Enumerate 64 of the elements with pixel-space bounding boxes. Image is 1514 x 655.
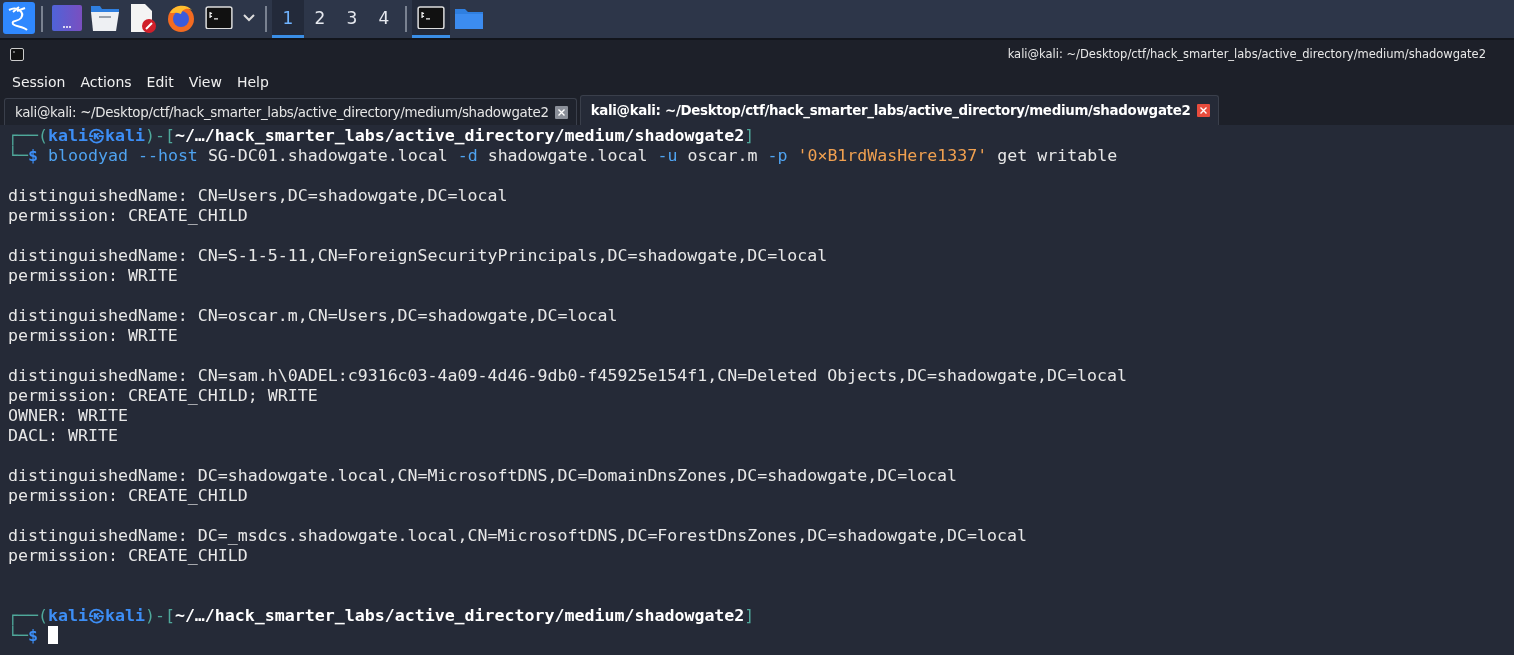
caret-icon[interactable] [243,13,255,22]
command-token: '0×B1rdWasHere1337' [797,146,988,165]
output-line: permission: WRITE [8,326,178,345]
command-token: writable [1037,146,1118,165]
close-icon[interactable] [1196,104,1210,117]
prompt-decoration: ┌──( [8,606,48,625]
output-line: permission: CREATE_CHILD [8,546,248,565]
prompt-host: kali [104,606,145,625]
command-token: --host [137,146,198,165]
prompt-decoration: ] [744,126,755,145]
command-token: -p [767,146,788,165]
command-token: get [997,146,1028,165]
output-line: distinguishedName: DC=_msdcs.shadowgate.local,CN=MicrosoftDNS,DC=ForestDnsZones,DC=shadowgate,DC=local [8,526,1027,545]
prompt-host: kali [104,126,145,145]
output-line: permission: WRITE [8,266,178,285]
prompt-decoration: )-[ [144,606,175,625]
prompt-decoration: )-[ [144,126,175,145]
terminal-icon [10,47,24,61]
command-token: bloodyad [48,146,128,165]
menu-item[interactable]: View [188,73,229,90]
close-icon[interactable] [554,105,568,119]
workspace-button[interactable]: 4 [368,0,400,38]
terminal-tab[interactable]: kali@kali: ~/Desktop/ctf/hack_smarter_labs/active_directory/medium/shadowgate2 [4,98,577,125]
workspace-button[interactable]: 3 [336,0,368,38]
prompt-decoration: └─ [8,626,28,645]
window-title: kali@kali: ~/Desktop/ctf/hack_smarter_labs/active_directory/medium/shadowgate2 [1007,47,1486,61]
file-cabinet-icon[interactable] [90,3,120,32]
output-line: distinguishedName: CN=sam.h\0ADEL:c9316c03-4a09-4d46-9db0-f45925e154f1,CN=Deleted Objects,DC=shadowgate,DC=local [8,366,1127,385]
command-token: SG-DC01.shadowgate.local [207,146,448,165]
terminal-tab[interactable]: kali@kali: ~/Desktop/ctf/hack_smarter_labs/active_directory/medium/shadowgate2 [579,95,1219,125]
output-line: distinguishedName: DC=shadowgate.local,CN=MicrosoftDNS,DC=DomainDnsZones,DC=shadowgate,DC=local [8,466,958,485]
menu-item[interactable]: Actions [80,73,139,90]
command-token: -d [457,146,478,165]
output-line: OWNER: WRITE [8,406,128,425]
prompt-user: kali [47,126,88,145]
text-editor-icon[interactable] [129,2,157,33]
prompt-decoration: └─ [8,146,28,165]
output-line: permission: CREATE_CHILD; WRITE [8,386,318,405]
menu-item[interactable]: Edit [146,73,181,90]
output-line: distinguishedName: CN=Users,DC=shadowgate,DC=local [8,186,508,205]
prompt-user: kali [47,606,88,625]
prompt-path: ~/…/hack_smarter_labs/active_directory/medium/shadowgate2 [174,606,745,625]
command-token: oscar.m [687,146,758,165]
output-line: DACL: WRITE [8,426,118,445]
output-line: distinguishedName: CN=oscar.m,CN=Users,DC=shadowgate,DC=local [8,306,618,325]
menu-item[interactable]: Help [236,73,276,90]
command-token: shadowgate.local [487,146,648,165]
text-cursor [48,626,58,644]
prompt-symbol: ㉿ [87,126,105,145]
workspace-button[interactable]: 1 [272,0,304,38]
prompt-decoration: ] [744,606,755,625]
prompt-decoration: ┌──( [8,126,48,145]
prompt-sign: $ [28,146,38,165]
workspace-button[interactable]: 2 [304,0,336,38]
terminal-icon[interactable] [417,5,445,30]
terminal-icon[interactable] [205,5,233,30]
prompt-symbol: ㉿ [87,606,105,625]
command-token: -u [657,146,678,165]
prompt-sign: $ [28,626,38,645]
prompt-path: ~/…/hack_smarter_labs/active_directory/medium/shadowgate2 [174,126,745,145]
output-line: permission: CREATE_CHILD [8,206,248,225]
menu-item[interactable]: Session [12,73,73,90]
output-line: distinguishedName: CN=S-1-5-11,CN=ForeignSecurityPrincipals,DC=shadowgate,DC=local [8,246,828,265]
output-line: permission: CREATE_CHILD [8,486,248,505]
